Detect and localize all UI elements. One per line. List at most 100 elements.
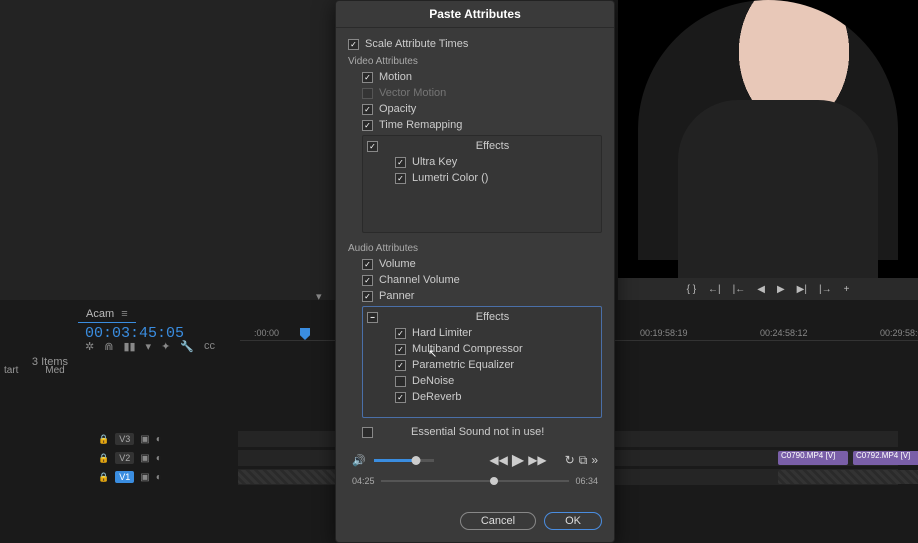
- playhead-icon[interactable]: [300, 328, 310, 340]
- go-to-out-icon[interactable]: |→: [819, 284, 832, 295]
- play-back-icon[interactable]: ◀: [757, 284, 765, 295]
- track-output-icon[interactable]: ▣: [140, 472, 149, 483]
- play-icon[interactable]: ▶: [777, 284, 785, 295]
- col-media: Med: [41, 365, 64, 376]
- essential-sound-checkbox[interactable]: [362, 427, 373, 438]
- track-output-icon[interactable]: ▣: [140, 434, 149, 445]
- time-remap-label: Time Remapping: [379, 119, 462, 131]
- video-effects-master-checkbox[interactable]: [367, 141, 378, 152]
- program-monitor: [618, 0, 918, 280]
- time-remap-checkbox[interactable]: [362, 120, 373, 131]
- panner-label: Panner: [379, 290, 414, 302]
- video-frame-body: [678, 100, 878, 280]
- ruler-tick: 00:19:58:19: [640, 328, 688, 338]
- step-fwd-icon[interactable]: ▶|: [797, 284, 807, 295]
- clip[interactable]: C0790.MP4 [V]: [778, 451, 848, 465]
- scale-times-checkbox[interactable]: [348, 39, 359, 50]
- transport-bar: { } ←| |← ◀ ▶ ▶| |→ +: [618, 278, 918, 300]
- volume-slider[interactable]: [374, 459, 434, 462]
- volume-checkbox[interactable]: [362, 259, 373, 270]
- track-tag-v3[interactable]: V3: [115, 433, 134, 445]
- wrench-icon[interactable]: 🔧: [180, 340, 194, 353]
- opacity-checkbox[interactable]: [362, 104, 373, 115]
- audio-player: 🔊 ◀◀ ▶ ▶▶ ↻ ⧉ » 04:25 06:34: [348, 446, 602, 490]
- opacity-label: Opacity: [379, 103, 416, 115]
- ultra-key-checkbox[interactable]: [395, 157, 406, 168]
- dereverb-label: DeReverb: [412, 391, 462, 403]
- ruler-tick: 00:24:58:12: [760, 328, 808, 338]
- close-tab-icon[interactable]: ≡: [121, 308, 127, 320]
- caption-icon[interactable]: cc: [204, 340, 215, 353]
- panner-checkbox[interactable]: [362, 291, 373, 302]
- mark-in-out-icon[interactable]: { }: [687, 284, 696, 295]
- play-icon[interactable]: ▶: [512, 450, 524, 470]
- player-current-time: 04:25: [352, 476, 375, 486]
- track-output-icon[interactable]: ▣: [140, 453, 149, 464]
- ruler-tick: :00:00: [254, 328, 279, 338]
- dialog-title: Paste Attributes: [336, 1, 614, 28]
- timeline-left-labels: tart Med: [0, 365, 85, 376]
- parametric-eq-label: Parametric Equalizer: [412, 359, 514, 371]
- sequence-tab[interactable]: Acam ≡: [78, 306, 136, 323]
- track-tag-v1[interactable]: V1: [115, 471, 134, 483]
- more-icon[interactable]: »: [591, 453, 598, 467]
- sequence-header: Acam ≡: [78, 306, 136, 326]
- lumetri-checkbox[interactable]: [395, 173, 406, 184]
- seek-bar[interactable]: [381, 480, 570, 482]
- video-effects-box: Effects Ultra Key Lumetri Color (): [362, 135, 602, 233]
- cancel-button[interactable]: Cancel: [460, 512, 536, 530]
- col-start: tart: [0, 365, 18, 376]
- lock-icon[interactable]: 🔒: [98, 453, 109, 464]
- settings-icon[interactable]: ✦: [161, 340, 170, 353]
- paste-attributes-dialog: Paste Attributes Scale Attribute Times V…: [335, 0, 615, 543]
- video-effects-header: Effects: [384, 140, 601, 152]
- sequence-tools: ✲ ⋒ ▮▮ ▾ ✦ 🔧 cc: [85, 340, 215, 353]
- hard-limiter-label: Hard Limiter: [412, 327, 472, 339]
- multiband-checkbox[interactable]: [395, 344, 406, 355]
- sequence-tab-label: Acam: [86, 308, 114, 320]
- track-eye-icon[interactable]: ◐: [156, 434, 162, 445]
- speaker-icon[interactable]: 🔊: [352, 454, 366, 467]
- clip[interactable]: C0792.MP4 [V]: [853, 451, 918, 465]
- loop-icon[interactable]: ↻: [565, 453, 575, 467]
- lumetri-label: Lumetri Color (): [412, 172, 488, 184]
- lock-icon[interactable]: 🔒: [98, 434, 109, 445]
- player-duration: 06:34: [575, 476, 598, 486]
- marker-icon[interactable]: ▮▮: [123, 340, 135, 353]
- track-tag-v2[interactable]: V2: [115, 452, 134, 464]
- essential-sound-label: Essential Sound not in use!: [379, 426, 544, 438]
- hard-limiter-checkbox[interactable]: [395, 328, 406, 339]
- channel-volume-checkbox[interactable]: [362, 275, 373, 286]
- lock-icon[interactable]: 🔒: [98, 472, 109, 483]
- linked-selection-icon[interactable]: ⋒: [104, 340, 113, 353]
- ultra-key-label: Ultra Key: [412, 156, 457, 168]
- audio-effects-header: Effects: [384, 311, 601, 323]
- snap-icon[interactable]: ✲: [85, 340, 94, 353]
- motion-checkbox[interactable]: [362, 72, 373, 83]
- audio-effects-box: Effects Hard Limiter Multiband Compresso…: [362, 306, 602, 418]
- filter-bin-icon[interactable]: ▾: [316, 290, 322, 303]
- add-marker-icon[interactable]: +: [844, 284, 850, 295]
- track-eye-icon[interactable]: ◐: [156, 472, 162, 483]
- denoise-checkbox[interactable]: [395, 376, 406, 387]
- project-panel: 3 Items: [0, 300, 78, 360]
- track-eye-icon[interactable]: ◐: [156, 453, 162, 464]
- project-panel-bg: [0, 0, 340, 300]
- channel-volume-label: Channel Volume: [379, 274, 460, 286]
- insert-icon[interactable]: ▾: [146, 340, 152, 353]
- window-icon[interactable]: ⧉: [579, 453, 588, 468]
- dereverb-checkbox[interactable]: [395, 392, 406, 403]
- vector-motion-checkbox: [362, 88, 373, 99]
- step-back-icon[interactable]: |←: [733, 284, 746, 295]
- video-attributes-label: Video Attributes: [348, 52, 602, 69]
- rewind-icon[interactable]: ◀◀: [489, 453, 507, 467]
- forward-icon[interactable]: ▶▶: [528, 453, 546, 467]
- ruler-tick: 00:29:58:04: [880, 328, 918, 338]
- ok-button[interactable]: OK: [544, 512, 602, 530]
- volume-label: Volume: [379, 258, 416, 270]
- audio-effects-master-checkbox[interactable]: [367, 312, 378, 323]
- parametric-eq-checkbox[interactable]: [395, 360, 406, 371]
- clip-muted[interactable]: [778, 470, 918, 484]
- denoise-label: DeNoise: [412, 375, 454, 387]
- go-to-in-icon[interactable]: ←|: [708, 284, 721, 295]
